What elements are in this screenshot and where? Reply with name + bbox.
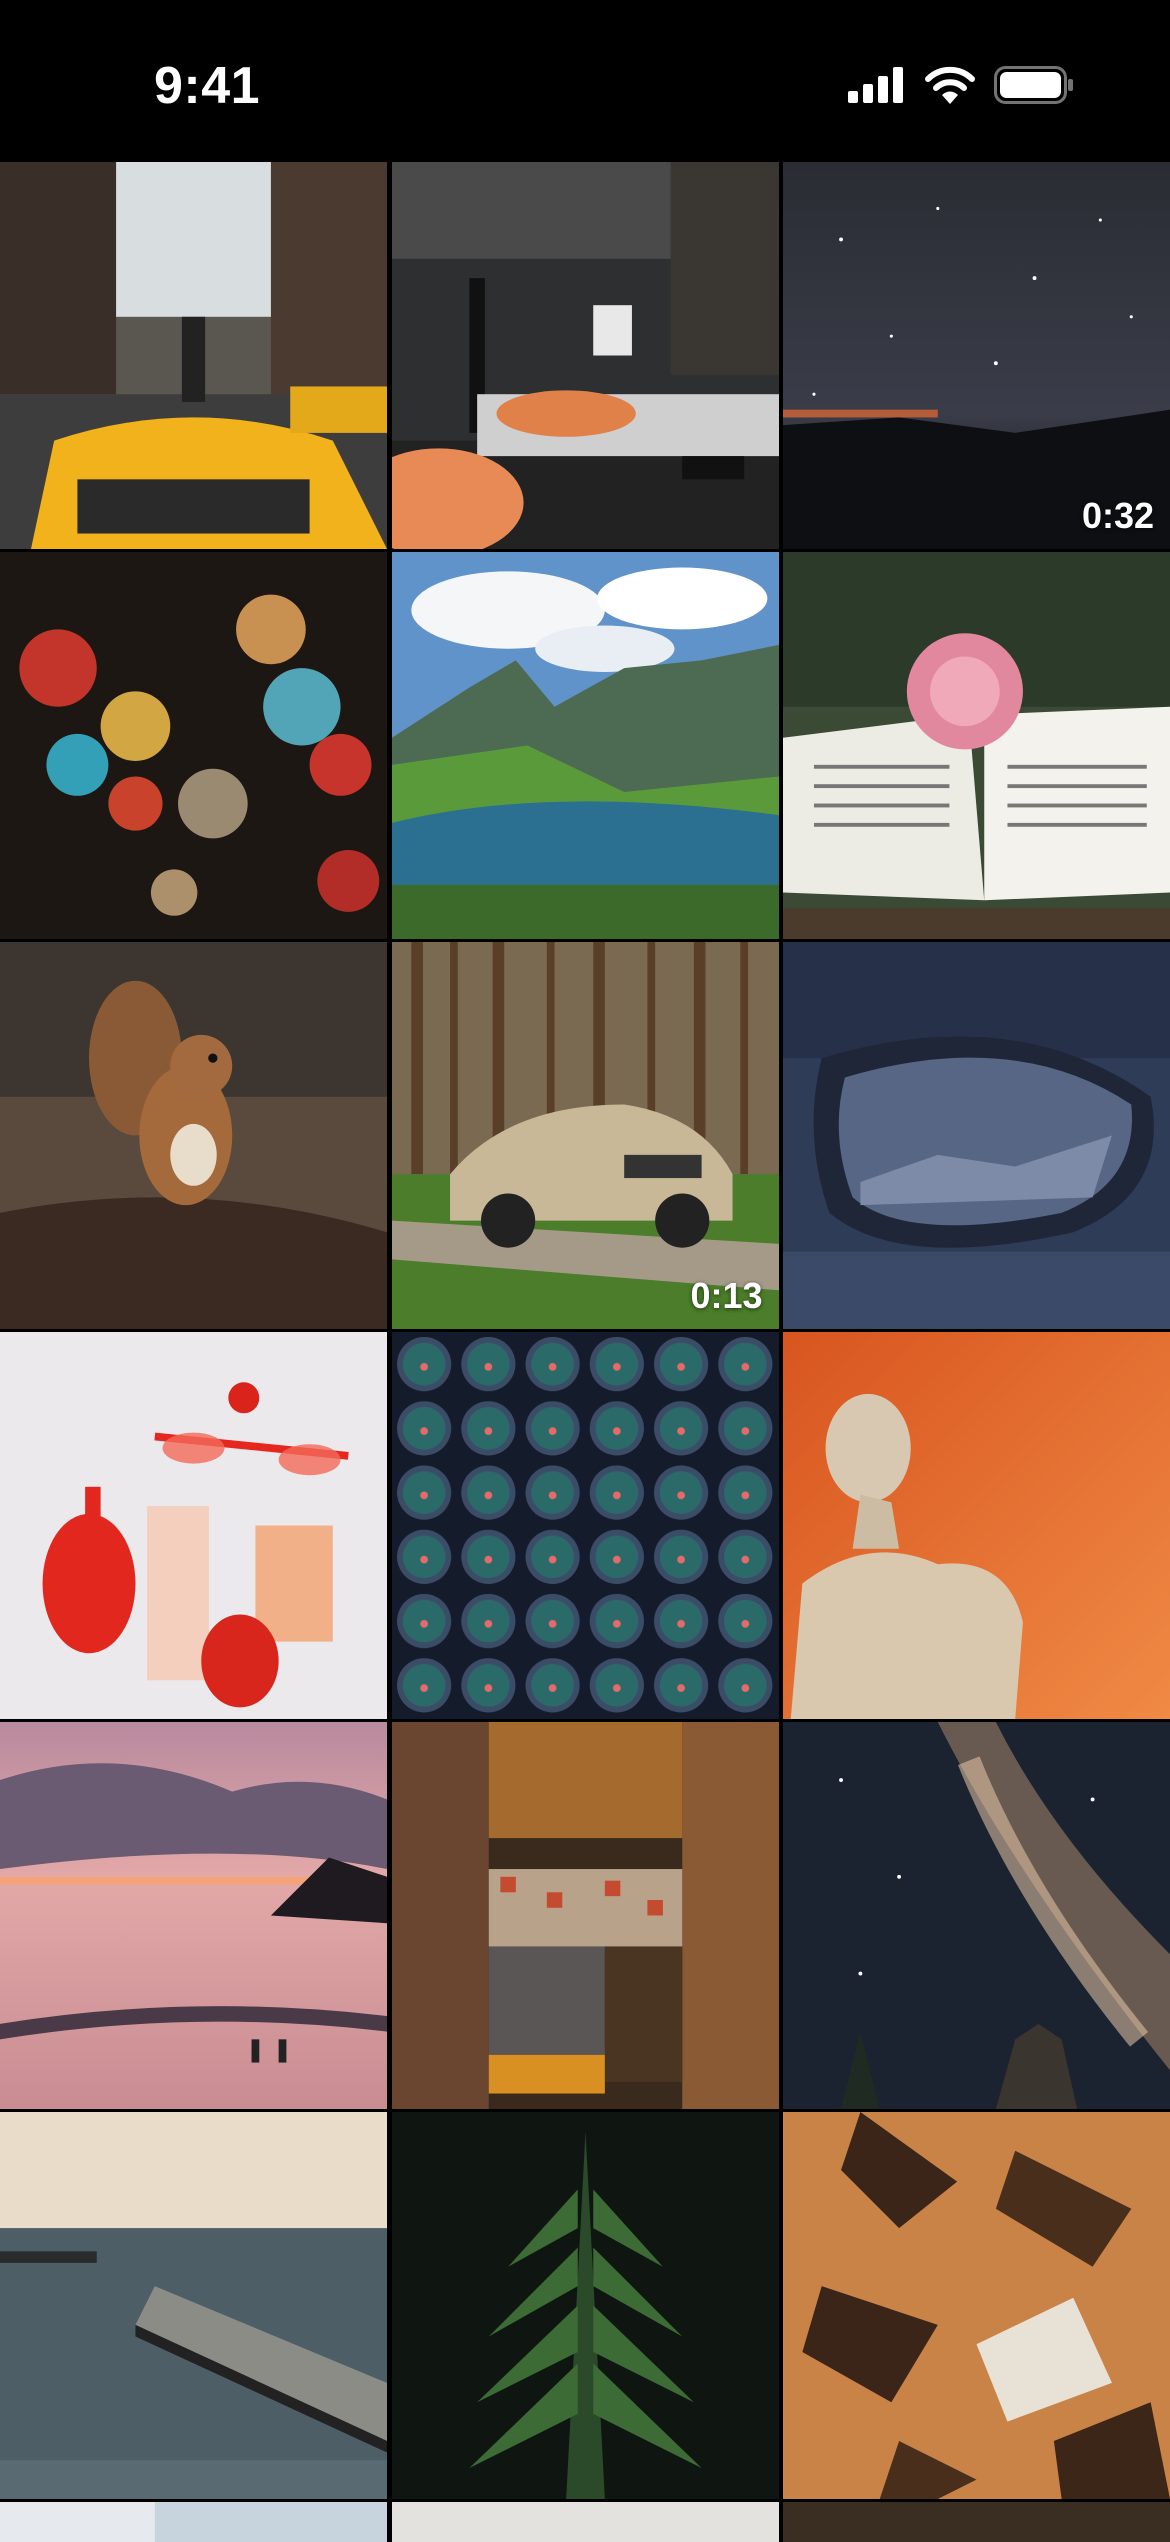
photo-thumbnail[interactable] bbox=[783, 1332, 1170, 1719]
photo-thumbnail[interactable] bbox=[0, 2502, 387, 2542]
photo-thumbnail[interactable] bbox=[391, 1332, 779, 1719]
photo-thumbnail[interactable] bbox=[391, 162, 779, 549]
video-thumbnail[interactable]: 0:32 bbox=[783, 162, 1170, 549]
cellular-signal-icon bbox=[848, 67, 903, 103]
photo-thumbnail[interactable] bbox=[391, 2112, 779, 2499]
photo-thumbnail[interactable] bbox=[0, 1332, 387, 1719]
photo-thumbnail[interactable] bbox=[783, 2502, 1170, 2542]
photo-grid: 0:32 0:13 bbox=[0, 162, 1170, 2542]
photo-thumbnail[interactable] bbox=[783, 2112, 1170, 2499]
photo-thumbnail[interactable] bbox=[0, 1722, 387, 2109]
photo-thumbnail[interactable] bbox=[391, 2502, 779, 2542]
photo-thumbnail[interactable] bbox=[783, 552, 1170, 939]
photo-thumbnail[interactable] bbox=[0, 162, 387, 549]
video-thumbnail[interactable]: 0:13 bbox=[391, 942, 779, 1329]
photo-thumbnail[interactable] bbox=[0, 942, 387, 1329]
status-icons bbox=[848, 66, 1074, 104]
photo-thumbnail[interactable] bbox=[0, 2112, 387, 2499]
photo-thumbnail[interactable] bbox=[391, 552, 779, 939]
status-time: 9:41 bbox=[154, 57, 261, 115]
video-duration: 0:13 bbox=[690, 1275, 763, 1316]
photo-thumbnail[interactable] bbox=[391, 1722, 779, 2109]
wifi-icon bbox=[925, 66, 975, 104]
video-duration: 0:32 bbox=[1081, 495, 1154, 536]
photo-thumbnail[interactable] bbox=[0, 552, 387, 939]
battery-icon bbox=[994, 66, 1073, 104]
photo-thumbnail[interactable] bbox=[783, 942, 1170, 1329]
status-bar: 9:41 bbox=[0, 0, 1170, 162]
photo-thumbnail[interactable] bbox=[783, 1722, 1170, 2109]
